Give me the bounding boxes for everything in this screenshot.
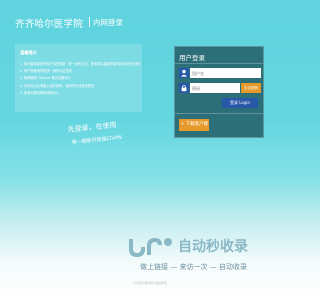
divider	[175, 63, 263, 64]
password-input[interactable]	[190, 83, 240, 93]
notice-item: 1. 校内使用除校外用户请先登录 · 统一身份认证，使用域名直接登录内网访问校内…	[20, 62, 140, 66]
note-line-1: 先登录，在使用	[67, 120, 117, 134]
watermark-caption: 做上链接 — 来访一次 — 自动收录	[140, 263, 247, 271]
forgot-password-button[interactable]: 忘记密码	[241, 83, 261, 93]
watermark-logo	[129, 237, 172, 258]
login-button[interactable]: 登录 Login	[222, 98, 258, 108]
login-panel: 用户登录 忘记密码 登录 Login ＋ 下载客户端	[174, 46, 264, 138]
site-title: 齐齐哈尔医学院	[15, 19, 83, 30]
divider	[175, 113, 263, 114]
login-title: 用户登录	[179, 54, 205, 62]
notice-list: 1. 校内使用除校外用户请先登录 · 统一身份认证，使用域名直接登录内网访问校内…	[20, 61, 140, 97]
user-icon	[179, 68, 189, 78]
notice-panel: 温馨提示 1. 校内使用除校外用户请先登录 · 统一身份认证，使用域名直接登录内…	[15, 44, 142, 112]
header: 齐齐哈尔医学院 内网登录	[0, 0, 300, 42]
username-input[interactable]	[190, 68, 261, 78]
notice-title: 温馨提示	[20, 50, 37, 55]
footer: 齐齐哈尔医学院 版权所有	[133, 281, 167, 285]
site-subtitle: 内网登录	[93, 18, 123, 27]
note-line-2: 第一期新开放端口VPN	[71, 134, 122, 146]
lock-icon	[179, 83, 189, 93]
notice-item: 2. 用户需使用学校统一身份认证登录	[20, 69, 72, 74]
password-row: 忘记密码	[179, 83, 261, 93]
vpn-client-button[interactable]: ＋ 下载客户端	[179, 119, 209, 131]
notice-item: 3. 推荐使用 Chrome 等浏览器访问	[20, 76, 71, 81]
title-divider	[89, 17, 90, 27]
username-row	[179, 68, 261, 78]
notice-item: 4. 请勿在公共电脑上保存密码，使用完毕请退出登录	[20, 83, 95, 88]
watermark-text: 自动秒收录	[178, 239, 248, 255]
handwritten-note: 先登录，在使用 第一期新开放端口VPN	[67, 120, 122, 146]
notice-item: 5. 如有问题请联系网络中心	[20, 90, 60, 95]
